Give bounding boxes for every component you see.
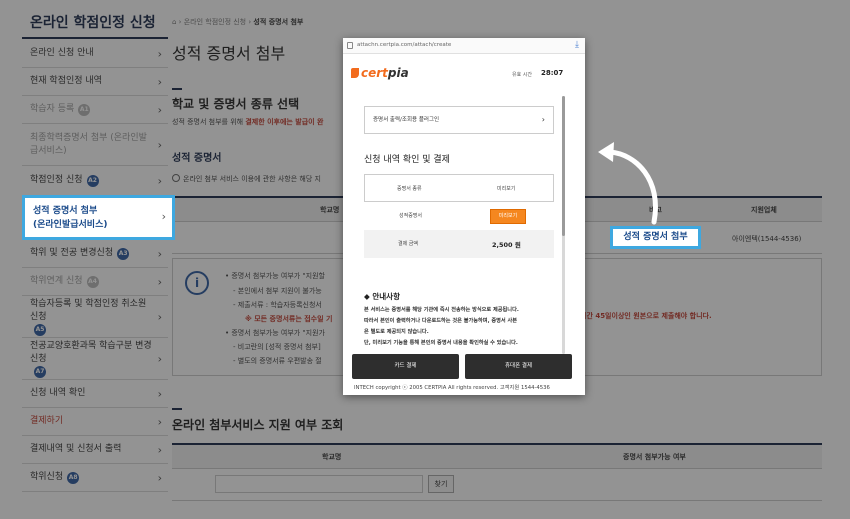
sidebar-item-label-line2: (온라인발급서비스)	[33, 220, 108, 230]
popup-scrollbar[interactable]	[562, 96, 565, 354]
timer-label: 유효 시간	[512, 72, 532, 78]
lock-icon	[347, 42, 353, 49]
card-payment-button[interactable]: 카드 결제	[352, 354, 459, 379]
popup-footer: INTECH copyright ⓒ 2005 CERTPIA All righ…	[354, 385, 550, 391]
sidebar-item-label-line1: 성적 증명서 첨부	[33, 206, 98, 216]
preview-button[interactable]: 미리보기	[490, 209, 526, 224]
download-icon[interactable]: ⤓	[575, 40, 579, 50]
popup-url: attachn.certpia.com/attach/create	[357, 42, 452, 48]
chevron-right-icon: ›	[541, 115, 545, 124]
timer-value: 28:07	[541, 69, 564, 77]
total-amount: 2,500 원	[492, 241, 521, 249]
notice-line: 따라서 본인이 출력하거나 다운로드하는 것은 불가능하며, 증명서 사본	[364, 318, 518, 324]
grade-attach-tag[interactable]: 성적 증명서 첨부	[610, 226, 701, 249]
col-cert-type: 증명서 종류	[397, 186, 422, 192]
certpia-logo: certpia	[351, 66, 409, 80]
notice-line: 본 서비스는 증명서를 해당 기관에 즉시 전송하는 방식으로 제공됩니다.	[364, 307, 519, 313]
col-preview: 미리보기	[497, 186, 516, 192]
certpia-logo-mark	[351, 68, 359, 78]
popup-table: 증명서 종류 미리보기 성적증명서 미리보기 결제 금액 2,500 원	[364, 174, 554, 258]
notice-title: ◆ 안내사항	[364, 292, 400, 301]
total-label: 결제 금액	[398, 241, 418, 247]
cert-type-cell: 성적증명서	[399, 213, 423, 219]
certpia-popup: attachn.certpia.com/attach/create ⤓ cert…	[343, 38, 585, 395]
sidebar-item-grade-attach-active[interactable]: 성적 증명서 첨부 (온라인발급서비스) ›	[22, 195, 175, 240]
phone-payment-button[interactable]: 휴대폰 결제	[465, 354, 572, 379]
popup-address-bar: attachn.certpia.com/attach/create ⤓	[343, 38, 585, 54]
total-row: 결제 금액 2,500 원	[364, 230, 554, 258]
notice-line: 은 별도로 제공되지 않습니다.	[364, 329, 429, 335]
notice-line: 단, 미리보기 기능을 통해 본인의 증명서 내용을 확인하실 수 있습니다.	[364, 340, 518, 346]
scrollbar-thumb[interactable]	[562, 96, 565, 236]
popup-table-header: 증명서 종류 미리보기	[364, 174, 554, 202]
plugin-button[interactable]: 증명서 출력/조회용 플러그인 ›	[364, 106, 554, 134]
chevron-right-icon: ›	[161, 210, 166, 223]
curved-arrow-icon	[598, 142, 658, 225]
plugin-button-label: 증명서 출력/조회용 플러그인	[373, 117, 440, 123]
table-row: 성적증명서 미리보기	[364, 202, 554, 230]
popup-heading: 신청 내역 확인 및 결제	[364, 155, 450, 165]
